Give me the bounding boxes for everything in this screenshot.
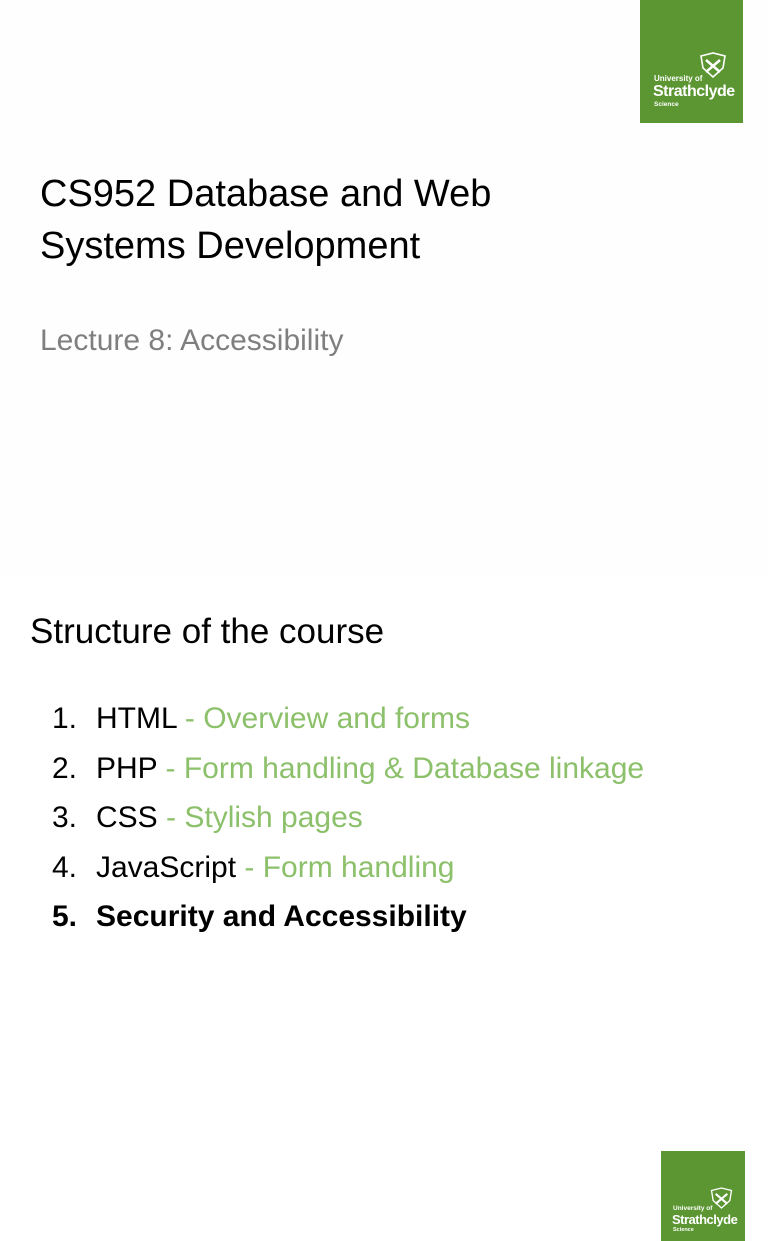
title-line-1: CS952 Database and Web (40, 173, 492, 215)
logo-line2: Strathclyde (653, 83, 735, 100)
logo-line3: Science (654, 101, 679, 108)
slide-title: CS952 Database and Web Systems Developme… (40, 168, 491, 272)
title-line-2: Systems Development (40, 225, 421, 267)
logo-line1: University of (673, 1205, 713, 1212)
item-topic: HTML (96, 702, 177, 735)
item-number: 4. (52, 850, 78, 884)
slide-title: Structure of the course (30, 612, 385, 651)
list-item-current: 5. Security and Accessibility (52, 892, 644, 942)
course-list: 1. HTML - Overview and forms 2. PHP - Form… (52, 694, 644, 942)
item-topic: PHP (96, 751, 158, 785)
item-number: 5. (52, 900, 78, 933)
item-number: 1. (52, 702, 78, 735)
logo-line1: University of (654, 74, 703, 83)
item-topic: CSS (96, 801, 158, 834)
item-topic: JavaScript (96, 850, 237, 884)
item-description: - Form handling (236, 850, 455, 884)
logo-line3: Science (673, 1227, 694, 1233)
title-slide: University of Strathclyde Science CS952 … (0, 0, 768, 575)
list-item: 4. JavaScript - Form handling (52, 843, 644, 893)
crest-icon (700, 52, 726, 78)
item-description: - Overview and forms (176, 702, 470, 735)
list-item: 2. PHP - Form handling & Database linkage (52, 744, 644, 794)
item-description: - Stylish pages (157, 801, 363, 834)
slide-subtitle: Lecture 8: Accessibility (40, 324, 344, 357)
crest-icon (710, 1187, 733, 1209)
list-item: 3. CSS - Stylish pages (52, 793, 644, 843)
item-number: 2. (52, 751, 78, 785)
university-logo: University of Strathclyde Science (640, 0, 743, 123)
list-item: 1. HTML - Overview and forms (52, 694, 644, 744)
logo-line2: Strathclyde (672, 1212, 738, 1227)
item-topic: Security and Accessibility (96, 900, 467, 933)
university-logo: University of Strathclyde Science (661, 1151, 745, 1241)
item-description: - Form handling & Database linkage (157, 751, 645, 785)
item-number: 3. (52, 801, 78, 834)
